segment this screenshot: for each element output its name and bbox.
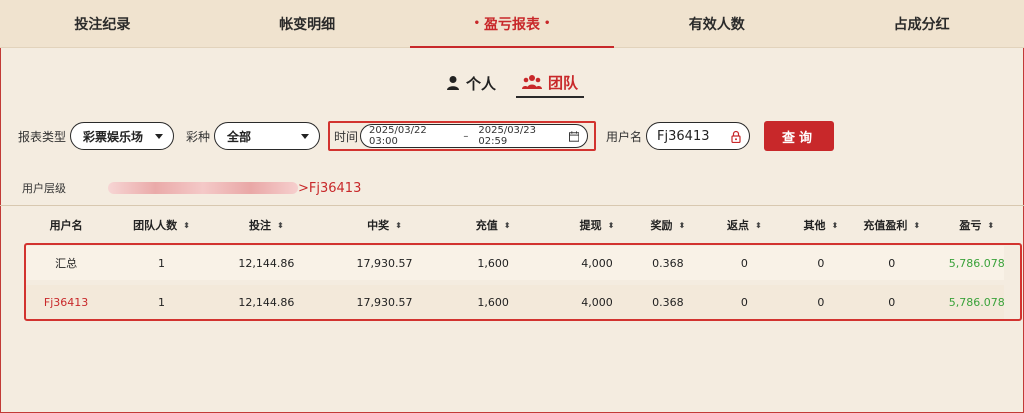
table-row-summary: 汇总 1 12,144.86 17,930.57 1,600 4,000 0.368 0 0 0 5… — [0, 246, 1024, 280]
tab-valid-users[interactable]: 有效人数 — [614, 0, 819, 47]
hierarchy-label: 用户层级 — [22, 182, 66, 195]
cell-other: 0 — [817, 256, 825, 270]
filter-bar: 报表类型 彩票娱乐场 彩种 全部 时间 2025/03/22 03:00 – 2… — [18, 120, 835, 152]
person-icon — [447, 76, 459, 90]
cell-deposit: 1,600 — [477, 256, 509, 270]
cell-profit-loss: 5,786.078 — [948, 295, 1005, 309]
cell-win: 17,930.57 — [356, 256, 413, 270]
cell-team-size: 1 — [158, 295, 166, 309]
cell-withdraw: 4,000 — [581, 256, 613, 270]
date-end: 2025/03/23 02:59 — [478, 125, 537, 147]
caret-down-icon — [301, 133, 310, 139]
column-header-label: 用户名 — [49, 219, 83, 232]
column-header-deposit[interactable]: 充值 ⬍ — [427, 217, 559, 233]
sort-icon[interactable]: ⬍ — [183, 221, 190, 230]
column-header-win[interactable]: 中奖 ⬍ — [342, 217, 427, 233]
active-dot-left: • — [473, 18, 480, 29]
column-header-username: 用户名 — [0, 217, 132, 233]
sort-icon[interactable]: ⬍ — [395, 221, 402, 230]
caret-down-icon — [155, 133, 164, 139]
username-input[interactable]: Fj36413 — [646, 122, 751, 150]
page-frame — [0, 0, 1024, 413]
scope-switch: 个人 团队 — [440, 68, 585, 100]
sort-icon[interactable]: ⬍ — [913, 221, 920, 230]
lottery-label: 彩种 — [186, 129, 211, 144]
cell-deposit-profit: 0 — [888, 295, 896, 309]
cell-bet: 12,144.86 — [238, 295, 295, 309]
cell-win: 17,930.57 — [356, 295, 413, 309]
column-header-label: 奖励 — [650, 219, 673, 232]
column-header-label: 充值盈利 — [863, 219, 908, 232]
column-header-other[interactable]: 其他 ⬍ — [788, 217, 854, 233]
cell-rebate: 0 — [740, 295, 748, 309]
time-range-box: 时间 2025/03/22 03:00 – 2025/03/23 02:59 — [328, 121, 597, 151]
table-header: 用户名 团队人数 ⬍ 投注 ⬍ 中奖 ⬍ 充值 ⬍ 提现 ⬍ 奖励 ⬍ 返点 ⬍ 其他 ⬍ 充值盈利 ⬍ 盈亏 ⬍ — [0, 212, 1024, 238]
hierarchy-current-user[interactable]: >Fj36413 — [298, 181, 361, 196]
user-hierarchy: 用户层级 >Fj36413 — [22, 180, 361, 196]
column-header-label: 其他 — [803, 219, 826, 232]
cell-reward: 0.368 — [652, 256, 684, 270]
cell-username[interactable]: Fj36413 — [0, 296, 132, 309]
report-type-label: 报表类型 — [18, 129, 67, 144]
switch-personal[interactable]: 个人 — [440, 68, 502, 98]
cell-reward: 0.368 — [652, 295, 684, 309]
sort-icon[interactable]: ⬍ — [755, 221, 762, 230]
cell-rebate: 0 — [740, 256, 748, 270]
tab-share-dividend[interactable]: 占成分红 — [819, 0, 1024, 47]
cell-team-size: 1 — [158, 256, 166, 270]
cell-other: 0 — [817, 295, 825, 309]
cell-withdraw: 4,000 — [581, 295, 613, 309]
tab-profit-loss-report[interactable]: • 盈亏报表 • — [409, 0, 615, 48]
column-header-label: 充值 — [475, 219, 498, 232]
column-header-team-size[interactable]: 团队人数 ⬍ — [132, 217, 191, 233]
tab-bet-records[interactable]: 投注纪录 — [0, 0, 205, 47]
column-header-bet[interactable]: 投注 ⬍ — [191, 217, 342, 233]
time-label: 时间 — [334, 129, 359, 144]
table-row-user: Fj36413 1 12,144.86 17,930.57 1,600 4,000 0.36… — [0, 285, 1024, 319]
lock-icon — [731, 130, 741, 143]
cell-deposit: 1,600 — [477, 295, 509, 309]
column-header-label: 返点 — [727, 219, 750, 232]
date-start: 2025/03/22 03:00 — [369, 125, 427, 147]
calendar-icon — [568, 130, 580, 142]
sort-icon[interactable]: ⬍ — [832, 221, 839, 230]
username-label: 用户名 — [606, 129, 643, 144]
sort-icon[interactable]: ⬍ — [608, 221, 615, 230]
column-header-label: 中奖 — [367, 219, 390, 232]
sort-icon[interactable]: ⬍ — [987, 221, 994, 230]
date-range-picker[interactable]: 2025/03/22 03:00 – 2025/03/23 02:59 — [360, 124, 589, 148]
column-header-profit-loss[interactable]: 盈亏 ⬍ — [930, 217, 1024, 233]
sort-icon[interactable]: ⬍ — [277, 221, 284, 230]
column-header-label: 提现 — [579, 219, 602, 232]
column-header-label: 盈亏 — [959, 219, 982, 232]
sort-icon[interactable]: ⬍ — [504, 221, 511, 230]
cell-profit-loss: 5,786.078 — [948, 256, 1005, 270]
switch-team[interactable]: 团队 — [516, 68, 585, 98]
column-header-withdraw[interactable]: 提现 ⬍ — [559, 217, 635, 233]
column-header-deposit-profit[interactable]: 充值盈利 ⬍ — [854, 217, 930, 233]
column-header-rebate[interactable]: 返点 ⬍ — [701, 217, 788, 233]
sort-icon[interactable]: ⬍ — [679, 221, 686, 230]
lottery-select[interactable]: 全部 — [214, 122, 321, 150]
cell-bet: 12,144.86 — [238, 256, 295, 270]
date-separator: – — [463, 130, 469, 142]
active-dot-right: • — [543, 18, 551, 29]
column-header-reward[interactable]: 奖励 ⬍ — [635, 217, 701, 233]
query-button[interactable]: 查询 — [764, 121, 835, 151]
column-header-label: 投注 — [249, 219, 272, 232]
cell-deposit-profit: 0 — [888, 256, 896, 270]
team-icon — [522, 75, 543, 89]
tab-account-changes[interactable]: 帐变明细 — [205, 0, 410, 47]
report-tabs: 投注纪录 帐变明细 • 盈亏报表 • 有效人数 占成分红 — [0, 0, 1024, 48]
divider — [0, 205, 1024, 206]
redacted-path — [108, 182, 298, 194]
column-header-label: 团队人数 — [133, 219, 178, 232]
cell-username: 汇总 — [55, 257, 78, 270]
report-type-select[interactable]: 彩票娱乐场 — [70, 122, 175, 150]
